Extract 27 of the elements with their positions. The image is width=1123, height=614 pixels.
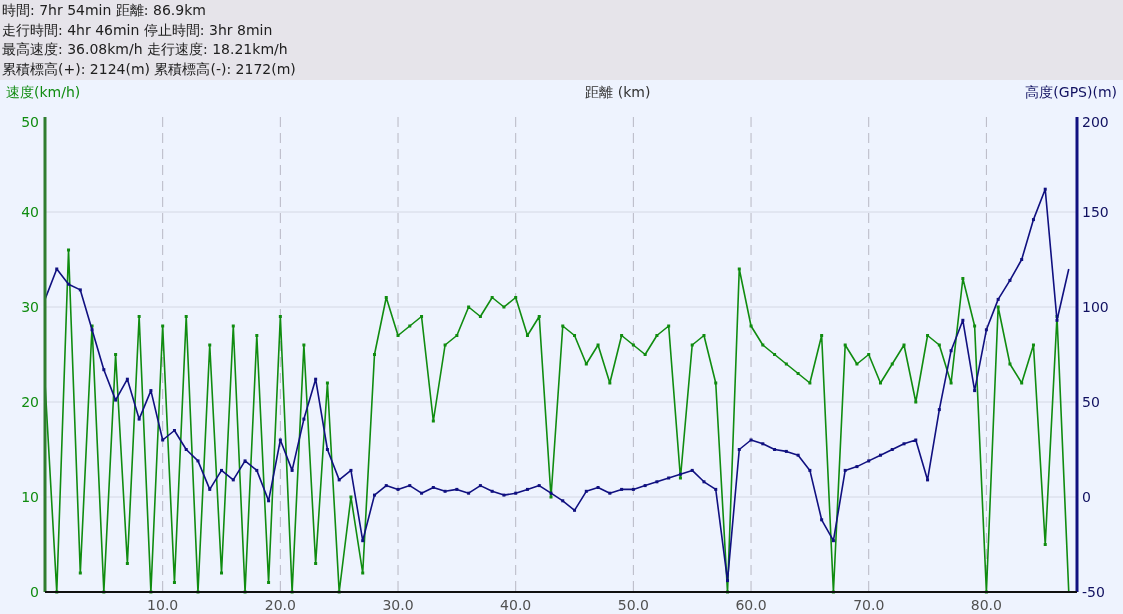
- speed-axis-title: 速度(km/h): [6, 82, 81, 102]
- distance-tick-label: 70.0: [853, 597, 885, 613]
- distance-tick-label: 60.0: [735, 597, 767, 613]
- speed-tick-label: 40: [21, 204, 39, 220]
- altitude-tick-label: 150: [1082, 204, 1109, 220]
- summary-line: 時間: 7hr 54min 距離: 86.9km: [2, 1, 206, 20]
- distance-axis-title: 距離 (km): [585, 82, 651, 102]
- speed-tick-label: 10: [21, 489, 39, 505]
- speed-tick-label: 50: [21, 114, 39, 130]
- summary-line: 走行時間: 4hr 46min 停止時間: 3hr 8min: [2, 20, 273, 40]
- altitude-tick-label: 0: [1082, 489, 1091, 505]
- distance-tick-label: 20.0: [264, 597, 296, 613]
- altitude-tick-label: 100: [1082, 299, 1109, 315]
- distance-tick-label: 40.0: [500, 597, 532, 613]
- distance-tick-label: 50.0: [617, 597, 649, 613]
- speed-tick-label: 30: [21, 299, 39, 315]
- distance-tick-label: 30.0: [382, 597, 414, 613]
- altitude-axis-title: 高度(GPS)(m): [1025, 82, 1117, 102]
- altitude-tick-label: -50: [1082, 584, 1105, 600]
- summary-line: 最高速度: 36.08km/h 走行速度: 18.21km/h: [2, 40, 288, 59]
- speed-tick-label: 0: [30, 584, 39, 600]
- distance-tick-label: 10.0: [147, 597, 179, 613]
- altitude-tick-label: 50: [1082, 394, 1100, 410]
- speed-tick-label: 20: [21, 394, 39, 410]
- summary-line: 累積標高(+): 2124(m) 累積標高(-): 2172(m): [2, 59, 296, 79]
- distance-tick-label: 80.0: [970, 597, 1002, 613]
- altitude-tick-label: 200: [1082, 114, 1109, 130]
